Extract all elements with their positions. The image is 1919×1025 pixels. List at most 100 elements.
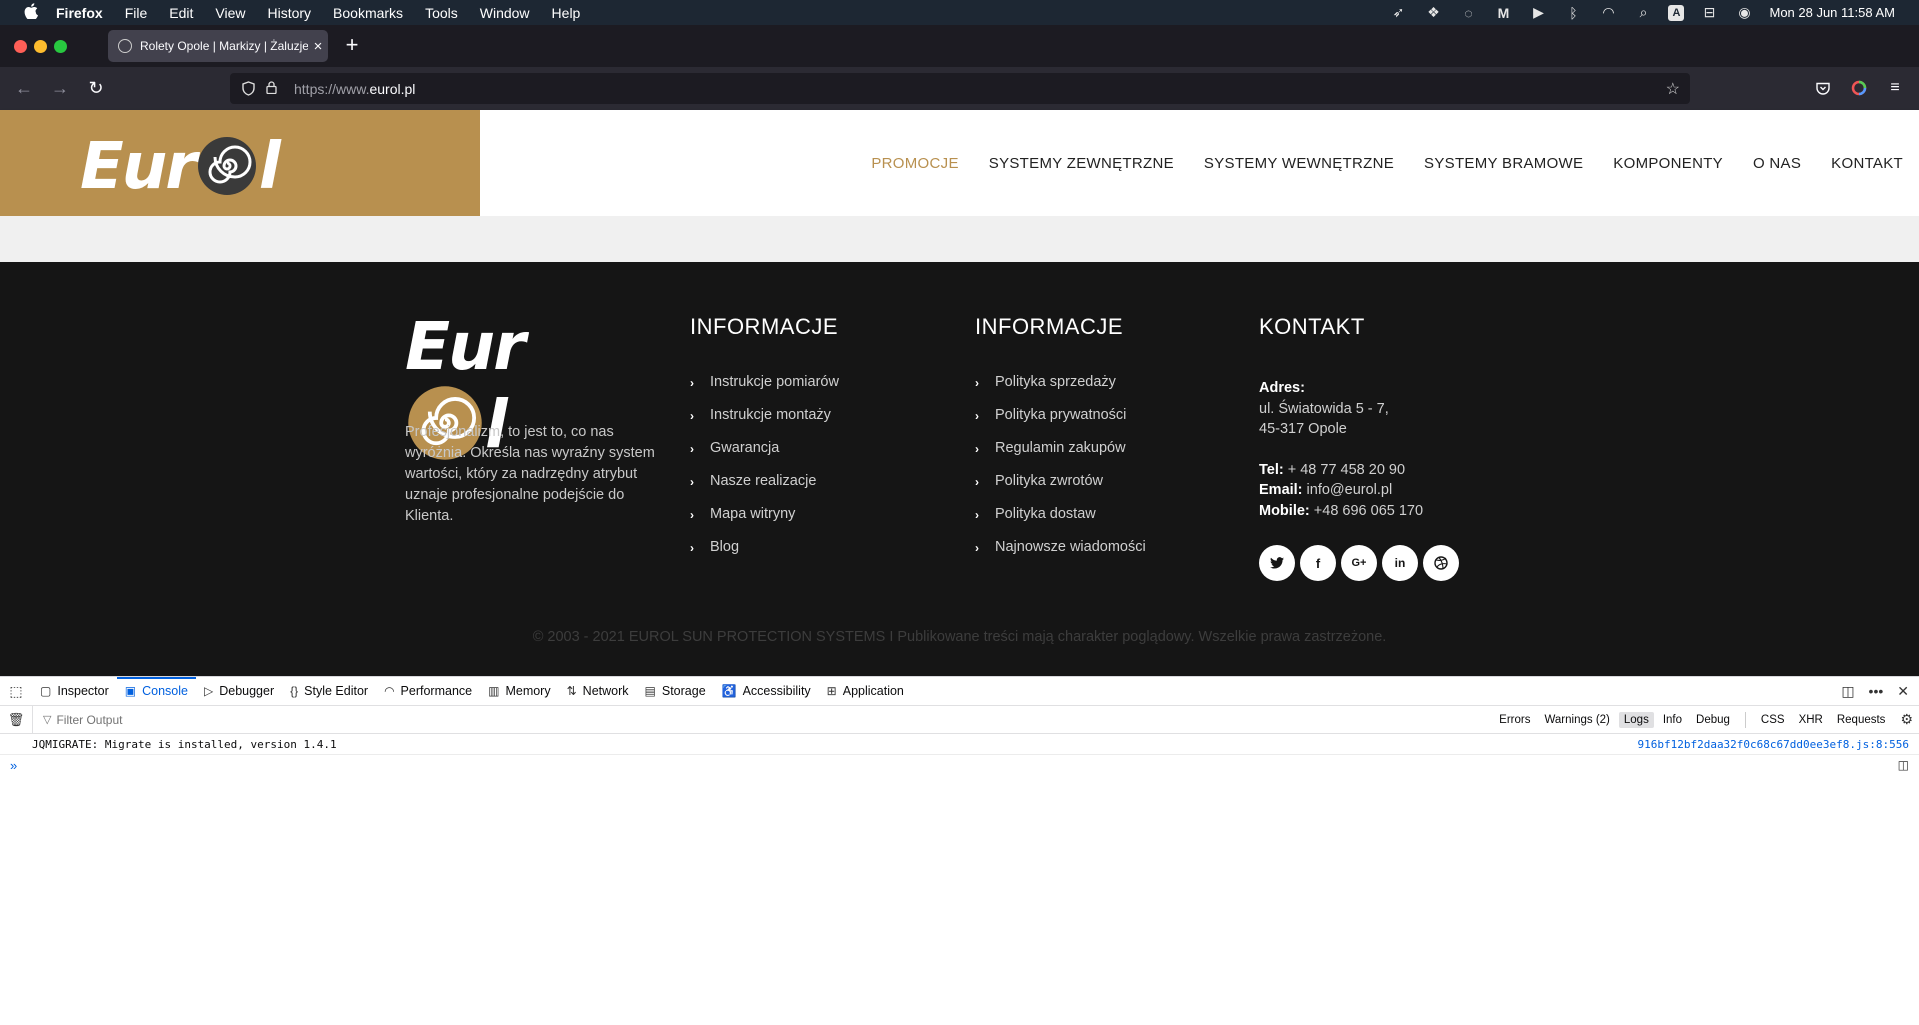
minimize-window-button[interactable] bbox=[34, 40, 47, 53]
filter-css[interactable]: CSS bbox=[1756, 712, 1790, 728]
m-icon[interactable]: M bbox=[1493, 4, 1513, 22]
menu-window[interactable]: Window bbox=[480, 5, 530, 21]
filter-xhr[interactable]: XHR bbox=[1794, 712, 1828, 728]
extension-color-icon[interactable] bbox=[1848, 77, 1870, 99]
footer-link[interactable]: › Blog bbox=[690, 539, 839, 572]
menu-file[interactable]: File bbox=[125, 5, 148, 21]
nav-systemy-bramowe[interactable]: SYSTEMY BRAMOWE bbox=[1424, 155, 1583, 172]
menu-help[interactable]: Help bbox=[552, 5, 581, 21]
level-warnings[interactable]: Warnings (2) bbox=[1539, 712, 1614, 728]
chevron-right-icon: › bbox=[690, 541, 694, 555]
level-logs[interactable]: Logs bbox=[1618, 711, 1654, 728]
feather-icon[interactable]: ➶ bbox=[1388, 4, 1408, 22]
tab-memory[interactable]: ▥ Memory bbox=[480, 677, 559, 706]
close-tab-icon[interactable]: × bbox=[308, 38, 328, 55]
twitter-icon[interactable] bbox=[1259, 545, 1295, 581]
tel-value[interactable]: + 48 77 458 20 90 bbox=[1288, 462, 1405, 478]
nav-promocje[interactable]: PROMOCJE bbox=[871, 155, 958, 172]
nav-o-nas[interactable]: O NAS bbox=[1753, 155, 1801, 172]
wifi-icon[interactable]: ◠ bbox=[1598, 4, 1618, 22]
menu-bookmarks[interactable]: Bookmarks bbox=[333, 5, 403, 21]
reload-icon[interactable]: ↻ bbox=[84, 76, 108, 100]
console-settings-gear-icon[interactable]: ⚙ bbox=[1900, 711, 1913, 728]
play-icon[interactable]: ▶ bbox=[1528, 4, 1548, 22]
menu-firefox[interactable]: Firefox bbox=[56, 5, 103, 21]
menu-history[interactable]: History bbox=[267, 5, 311, 21]
footer-link[interactable]: › Nasze realizacje bbox=[690, 473, 839, 506]
zoom-window-button[interactable] bbox=[54, 40, 67, 53]
footer-link[interactable]: › Instrukcje montaży bbox=[690, 407, 839, 440]
tab-debugger[interactable]: ▷ Debugger bbox=[196, 677, 282, 706]
tab-application[interactable]: ⊞ Application bbox=[819, 677, 912, 706]
siri-icon[interactable]: ◉ bbox=[1734, 4, 1754, 22]
menu-view[interactable]: View bbox=[215, 5, 245, 21]
site-logo-box[interactable]: Eur l bbox=[0, 110, 480, 216]
log-source-link[interactable]: 916bf12bf2daa32f0c68c67dd0ee3ef8.js:8:55… bbox=[1637, 738, 1909, 751]
email-value[interactable]: info@eurol.pl bbox=[1307, 482, 1393, 498]
nav-kontakt[interactable]: KONTAKT bbox=[1831, 155, 1903, 172]
hamburger-menu-icon[interactable]: ≡ bbox=[1884, 77, 1906, 99]
sync-icon[interactable]: ◌ bbox=[1458, 4, 1478, 22]
menubar-clock[interactable]: Mon 28 Jun 11:58 AM bbox=[1769, 5, 1895, 20]
footer-link[interactable]: › Mapa witryny bbox=[690, 506, 839, 539]
level-errors[interactable]: Errors bbox=[1494, 712, 1535, 728]
tab-accessibility[interactable]: ♿ Accessibility bbox=[714, 677, 819, 706]
dribbble-icon[interactable] bbox=[1423, 545, 1459, 581]
footer-col2-title: INFORMACJE bbox=[975, 314, 1123, 339]
dropbox-icon[interactable]: ❖ bbox=[1423, 4, 1443, 22]
url-text[interactable]: https://www.eurol.pl bbox=[294, 81, 415, 97]
footer-link[interactable]: › Polityka zwrotów bbox=[975, 473, 1146, 506]
footer-link[interactable]: › Gwarancja bbox=[690, 440, 839, 473]
level-info[interactable]: Info bbox=[1658, 712, 1687, 728]
tab-inspector[interactable]: ▢ Inspector bbox=[32, 677, 117, 706]
menu-edit[interactable]: Edit bbox=[169, 5, 193, 21]
nav-systemy-zewnetrzne[interactable]: SYSTEMY ZEWNĘTRZNE bbox=[989, 155, 1174, 172]
more-options-icon[interactable]: ••• bbox=[1869, 683, 1884, 700]
facebook-icon[interactable]: f bbox=[1300, 545, 1336, 581]
tab-style-editor[interactable]: {} Style Editor bbox=[282, 677, 376, 706]
linkedin-icon[interactable]: in bbox=[1382, 545, 1418, 581]
footer-link[interactable]: › Polityka sprzedaży bbox=[975, 374, 1146, 407]
editor-mode-icon[interactable]: ◫ bbox=[1898, 758, 1909, 772]
bookmark-star-icon[interactable]: ☆ bbox=[1666, 79, 1680, 99]
google-plus-icon[interactable]: G+ bbox=[1341, 545, 1377, 581]
tab-storage[interactable]: ▤ Storage bbox=[637, 677, 714, 706]
footer-link[interactable]: › Instrukcje pomiarów bbox=[690, 374, 839, 407]
level-debug[interactable]: Debug bbox=[1691, 712, 1735, 728]
site-logo[interactable]: Eur l bbox=[80, 130, 281, 204]
memory-chip-icon: ▥ bbox=[488, 684, 500, 698]
console-input[interactable]: » ◫ bbox=[0, 755, 1919, 775]
menu-tools[interactable]: Tools bbox=[425, 5, 458, 21]
footer-link[interactable]: › Najnowsze wiadomości bbox=[975, 539, 1146, 572]
forward-icon[interactable]: → bbox=[48, 76, 72, 100]
filter-output-input[interactable]: ▽ Filter Output bbox=[32, 705, 1492, 734]
nav-systemy-wewnetrzne[interactable]: SYSTEMY WEWNĘTRZNE bbox=[1204, 155, 1394, 172]
keyboard-a-icon[interactable]: A bbox=[1668, 4, 1685, 21]
chevron-right-icon: › bbox=[690, 442, 694, 456]
bluetooth-icon[interactable]: ᛒ bbox=[1563, 4, 1583, 22]
close-devtools-icon[interactable]: ✕ bbox=[1897, 683, 1909, 700]
control-center-icon[interactable]: ⊟ bbox=[1699, 4, 1719, 22]
mobile-value[interactable]: +48 696 065 170 bbox=[1314, 503, 1423, 519]
back-icon[interactable]: ← bbox=[12, 76, 36, 100]
filter-requests[interactable]: Requests bbox=[1832, 712, 1891, 728]
tab-network[interactable]: ⇅ Network bbox=[559, 677, 637, 706]
footer-link[interactable]: › Polityka dostaw bbox=[975, 506, 1146, 539]
tab-console[interactable]: ▣ Console bbox=[116, 676, 197, 706]
lock-icon[interactable] bbox=[266, 80, 282, 97]
clear-console-icon[interactable]: 🗑 bbox=[0, 712, 32, 728]
footer-link[interactable]: › Regulamin zakupów bbox=[975, 440, 1146, 473]
nav-komponenty[interactable]: KOMPONENTY bbox=[1613, 155, 1723, 172]
url-bar[interactable]: https://www.eurol.pl ☆ bbox=[230, 73, 1690, 104]
tab-performance[interactable]: ◠ Performance bbox=[376, 677, 480, 706]
element-picker-icon[interactable]: ⬚ bbox=[0, 683, 32, 700]
new-tab-icon[interactable]: + bbox=[340, 32, 364, 58]
footer-link[interactable]: › Polityka prywatności bbox=[975, 407, 1146, 440]
browser-tab[interactable]: Rolety Opole | Markizy | Żaluzje × bbox=[108, 30, 328, 62]
search-icon[interactable]: ⌕ bbox=[1633, 4, 1653, 22]
close-window-button[interactable] bbox=[14, 40, 27, 53]
pocket-icon[interactable] bbox=[1812, 77, 1834, 99]
dock-side-icon[interactable]: ◫ bbox=[1841, 683, 1854, 700]
tracking-shield-icon[interactable] bbox=[240, 81, 256, 97]
apple-menu-icon[interactable] bbox=[20, 2, 42, 23]
